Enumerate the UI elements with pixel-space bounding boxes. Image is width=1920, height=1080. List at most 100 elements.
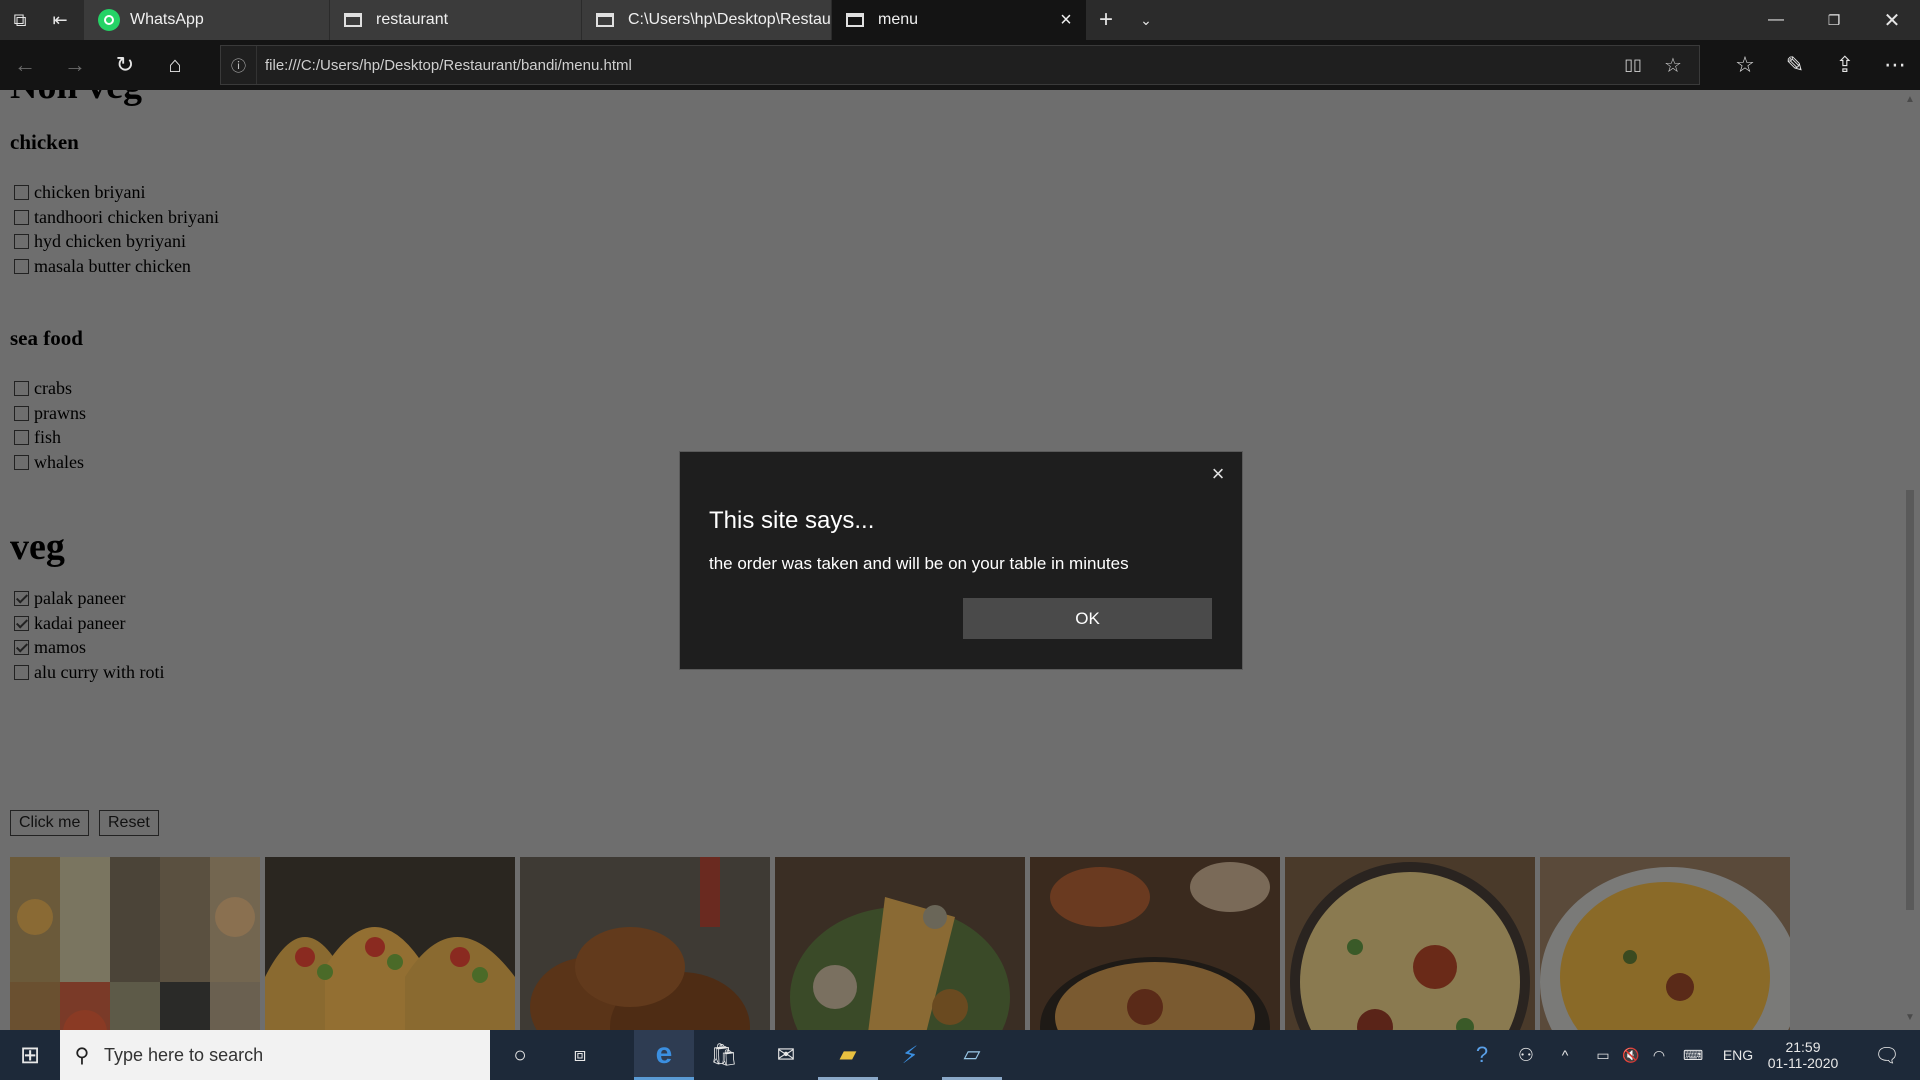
- page-icon: [846, 13, 864, 27]
- veg-heading: veg: [10, 526, 65, 568]
- checkbox[interactable]: [14, 209, 29, 225]
- menu-item[interactable]: crabs: [14, 376, 72, 400]
- biryani-pot-image: [1030, 857, 1280, 1030]
- checkbox[interactable]: [14, 639, 29, 655]
- language-indicator[interactable]: ENG: [1718, 1030, 1758, 1080]
- ok-button[interactable]: OK: [963, 598, 1212, 639]
- dialog-close-icon[interactable]: ×: [1208, 463, 1228, 485]
- tacos-image: [265, 857, 515, 1030]
- reading-view-icon[interactable]: ▯▯: [1613, 46, 1653, 84]
- tab-menu[interactable]: menu ×: [832, 0, 1086, 40]
- item-label: alu curry with roti: [34, 661, 165, 682]
- clock[interactable]: 21:59 01-11-2020: [1764, 1030, 1842, 1080]
- site-info-icon[interactable]: ⓘ: [221, 46, 257, 84]
- reset-button[interactable]: Reset: [99, 810, 159, 836]
- tab-actions-icon[interactable]: ⧉: [0, 0, 40, 40]
- forward-icon[interactable]: →: [50, 40, 100, 90]
- search-placeholder: Type here to search: [104, 1044, 264, 1065]
- scroll-down-icon[interactable]: ▼: [1904, 1012, 1916, 1023]
- checkbox[interactable]: [14, 615, 29, 631]
- volume-muted-icon[interactable]: 🔇: [1618, 1030, 1644, 1080]
- keyboard-icon[interactable]: ⌨: [1676, 1030, 1710, 1080]
- vscode-app-icon[interactable]: ⚡: [880, 1030, 940, 1080]
- taskbar-search[interactable]: ⚲ Type here to search: [60, 1030, 490, 1080]
- scrollbar-thumb[interactable]: [1906, 490, 1914, 910]
- item-label: kadai paneer: [34, 612, 126, 633]
- address-bar[interactable]: ⓘ file:///C:/Users/hp/Desktop/Restaurant…: [220, 45, 1700, 85]
- click-me-button[interactable]: Click me: [10, 810, 90, 836]
- menu-item[interactable]: chicken briyani: [14, 180, 145, 204]
- tab-label: C:\Users\hp\Desktop\Restau: [628, 11, 831, 28]
- item-label: masala butter chicken: [34, 255, 191, 276]
- store-app-icon[interactable]: 🛍: [694, 1030, 754, 1080]
- show-hidden-icons-chevron-icon[interactable]: ^: [1552, 1030, 1578, 1080]
- minimize-icon[interactable]: —: [1748, 0, 1804, 40]
- food-collage-image: [10, 857, 260, 1030]
- action-center-icon[interactable]: 🗨: [1862, 1030, 1912, 1080]
- menu-item[interactable]: palak paneer: [14, 586, 125, 610]
- pen-icon[interactable]: ✎: [1770, 40, 1820, 90]
- fried-chicken-image: [520, 857, 770, 1030]
- set-aside-tabs-icon[interactable]: ⇤: [40, 0, 80, 40]
- checkbox[interactable]: [14, 233, 29, 249]
- checkbox[interactable]: [14, 405, 29, 421]
- windows-start-icon[interactable]: ⊞: [0, 1030, 60, 1080]
- close-window-icon[interactable]: ✕: [1864, 0, 1920, 40]
- back-icon[interactable]: ←: [0, 40, 50, 90]
- refresh-icon[interactable]: ↻: [100, 40, 150, 90]
- mail-app-icon[interactable]: ✉: [756, 1030, 816, 1080]
- help-icon[interactable]: ?: [1462, 1030, 1502, 1080]
- menu-item[interactable]: alu curry with roti: [14, 660, 164, 684]
- page-icon: [596, 13, 614, 27]
- tab-bar: ⧉ ⇤ WhatsApp restaurant C:\Users\hp\Desk…: [0, 0, 1920, 40]
- page-icon: [344, 13, 362, 27]
- file-explorer-icon[interactable]: ▰: [818, 1030, 878, 1080]
- search-icon: ⚲: [74, 1044, 90, 1067]
- address-url: file:///C:/Users/hp/Desktop/Restaurant/b…: [265, 56, 632, 74]
- checkbox[interactable]: [14, 258, 29, 274]
- home-icon[interactable]: ⌂: [150, 40, 200, 90]
- tab-whatsapp[interactable]: WhatsApp: [84, 0, 330, 40]
- tab-label: restaurant: [376, 11, 449, 28]
- wifi-icon[interactable]: ◠: [1646, 1030, 1672, 1080]
- clock-time: 21:59: [1785, 1039, 1821, 1055]
- favorites-icon[interactable]: ☆: [1720, 40, 1770, 90]
- menu-item[interactable]: kadai paneer: [14, 611, 125, 635]
- notepad-app-icon[interactable]: ▱: [942, 1030, 1002, 1080]
- taskbar: ⊞ ⚲ Type here to search ○ ⧈ e 🛍 ✉ ▰ ⚡ ▱ …: [0, 1030, 1920, 1080]
- more-options-icon[interactable]: ⋯: [1870, 40, 1920, 90]
- scroll-up-icon[interactable]: ▲: [1904, 94, 1916, 105]
- menu-item[interactable]: whales: [14, 450, 84, 474]
- item-label: fish: [34, 426, 61, 447]
- share-icon[interactable]: ⇪: [1820, 40, 1870, 90]
- checkbox[interactable]: [14, 590, 29, 606]
- people-icon[interactable]: ⚇: [1508, 1030, 1544, 1080]
- clock-date: 01-11-2020: [1767, 1055, 1839, 1071]
- vertical-scrollbar[interactable]: ▲ ▼: [1900, 90, 1920, 1030]
- whatsapp-icon: [98, 9, 120, 31]
- favorite-star-icon[interactable]: ☆: [1653, 46, 1693, 84]
- battery-icon[interactable]: ▭: [1590, 1030, 1616, 1080]
- checkbox[interactable]: [14, 454, 29, 470]
- menu-item[interactable]: masala butter chicken: [14, 254, 191, 278]
- task-view-icon[interactable]: ⧈: [550, 1030, 610, 1080]
- menu-item[interactable]: tandhoori chicken briyani: [14, 205, 219, 229]
- tab-preview-chevron-icon[interactable]: ⌄: [1126, 0, 1166, 40]
- cortana-icon[interactable]: ○: [490, 1030, 550, 1080]
- checkbox[interactable]: [14, 380, 29, 396]
- checkbox[interactable]: [14, 184, 29, 200]
- tab-restaurant[interactable]: restaurant: [330, 0, 582, 40]
- checkbox[interactable]: [14, 429, 29, 445]
- close-tab-icon[interactable]: ×: [1056, 10, 1076, 30]
- menu-item[interactable]: mamos: [14, 635, 86, 659]
- dialog-message: the order was taken and will be on your …: [709, 554, 1129, 573]
- menu-item[interactable]: fish: [14, 425, 61, 449]
- checkbox[interactable]: [14, 664, 29, 680]
- restore-icon[interactable]: ❐: [1806, 0, 1862, 40]
- new-tab-icon[interactable]: +: [1086, 0, 1126, 40]
- edge-app-icon[interactable]: e: [634, 1030, 694, 1080]
- menu-item[interactable]: prawns: [14, 401, 86, 425]
- menu-item[interactable]: hyd chicken byriyani: [14, 229, 186, 253]
- item-label: crabs: [34, 377, 72, 398]
- tab-file-path[interactable]: C:\Users\hp\Desktop\Restau: [582, 0, 832, 40]
